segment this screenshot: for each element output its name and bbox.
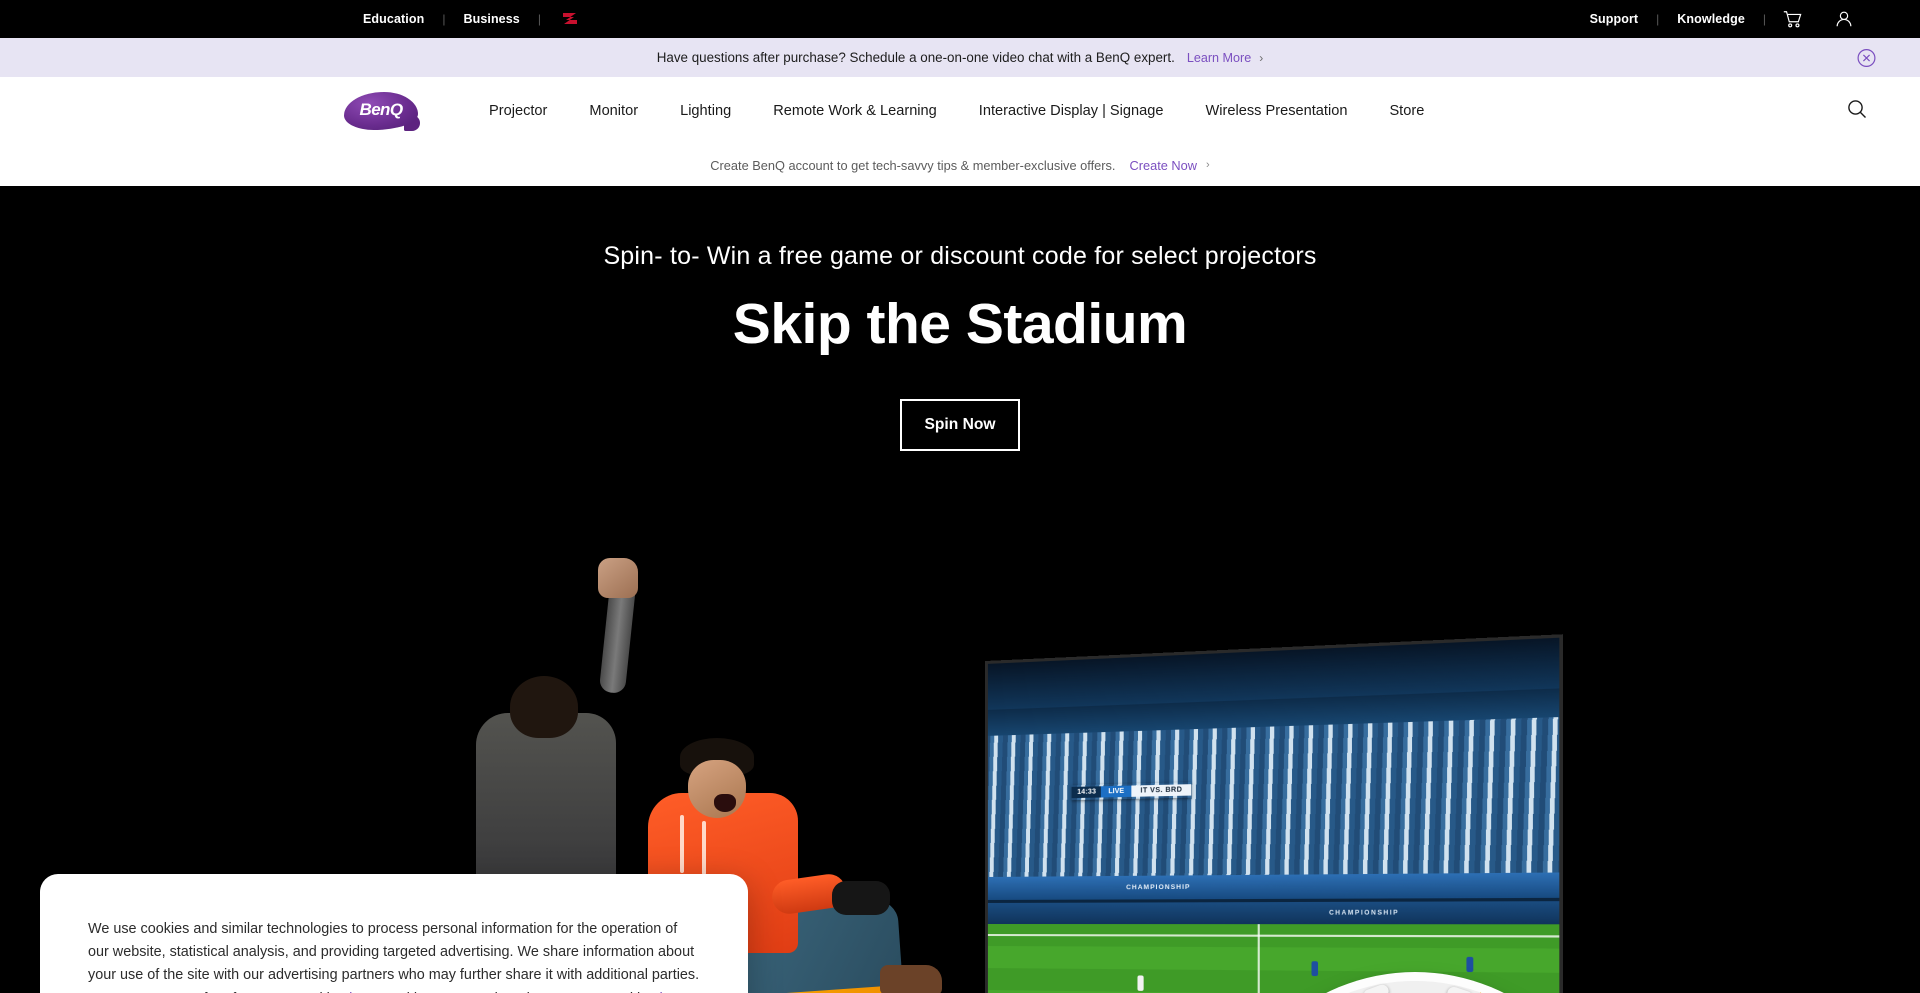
nav-item-remote-work-learning[interactable]: Remote Work & Learning (752, 103, 958, 119)
utility-link-business[interactable]: Business (445, 12, 537, 26)
person-shoe (880, 965, 942, 993)
utility-link-education[interactable]: Education (345, 12, 442, 26)
utility-separator: | (537, 12, 541, 26)
chevron-right-icon: › (1206, 159, 1210, 171)
nav-item-store[interactable]: Store (1368, 103, 1445, 119)
person-face (688, 760, 746, 818)
player (1136, 975, 1144, 992)
logo-text: BenQ (359, 100, 404, 119)
page-title: Skip the Stadium (732, 292, 1188, 356)
wheel-disc[interactable]: 10% off Select Projectors Almost! Free G… (1225, 981, 1605, 993)
wheel-segment-orange (1225, 981, 1605, 993)
spin-now-button[interactable]: Spin Now (900, 399, 1020, 451)
zowie-logo-icon[interactable] (561, 11, 579, 27)
account-promo-message: Create BenQ account to get tech-savvy ti… (710, 157, 1116, 173)
account-icon[interactable] (1818, 9, 1870, 29)
raised-fist (598, 558, 638, 598)
utility-link-knowledge[interactable]: Knowledge (1659, 12, 1763, 26)
utility-bar-right: Support | Knowledge | (1572, 9, 1870, 29)
cart-icon[interactable] (1766, 9, 1818, 29)
banner-text: CHAMPIONSHIP (1126, 883, 1191, 892)
nav-item-projector[interactable]: Projector (468, 103, 568, 119)
broadcast-scoreboard: 14:33 LIVE IT VS. BRD (1072, 782, 1192, 800)
nav-item-wireless-presentation[interactable]: Wireless Presentation (1185, 103, 1369, 119)
scoreboard-live-badge: LIVE (1101, 785, 1132, 798)
promo-notification-bar: Have questions after purchase? Schedule … (0, 38, 1920, 77)
background-person-head (510, 676, 578, 738)
nav-links: Projector Monitor Lighting Remote Work &… (468, 103, 1445, 119)
prize-wheel[interactable]: 10% off Select Projectors Almost! Free G… (1225, 981, 1605, 993)
hero-kicker: Spin- to- Win a free game or discount co… (603, 242, 1317, 270)
utility-bar-left: Education | Business | (345, 11, 579, 27)
benq-logo[interactable]: BenQ (344, 92, 420, 131)
pitch-side-banner-lower: CHAMPIONSHIP (987, 901, 1560, 927)
person-mouth (714, 794, 736, 812)
account-promo-bar: Create BenQ account to get tech-savvy ti… (0, 145, 1920, 186)
scoreboard-time: 14:33 (1072, 786, 1102, 799)
player (1466, 956, 1474, 973)
nav-item-interactive-display-signage[interactable]: Interactive Display | Signage (958, 103, 1185, 119)
promo-learn-more-link[interactable]: Learn More (1187, 51, 1251, 65)
pitch-side-banner: CHAMPIONSHIP (987, 872, 1560, 900)
utility-bar: Education | Business | Support | Knowled… (0, 0, 1920, 38)
pitch-boundary-line (987, 933, 1560, 938)
hoodie-string (680, 815, 684, 873)
hero-section: Spin- to- Win a free game or discount co… (0, 186, 1920, 993)
utility-link-support[interactable]: Support (1572, 12, 1657, 26)
logo-blob-shape: BenQ (344, 92, 418, 130)
person-head (680, 738, 754, 818)
chevron-right-icon: › (1259, 50, 1264, 65)
scoreboard-teams: IT VS. BRD (1131, 784, 1192, 798)
banner-text: CHAMPIONSHIP (1329, 910, 1400, 918)
player (1311, 961, 1319, 977)
search-icon[interactable] (1846, 98, 1868, 125)
game-controller (832, 881, 890, 915)
projector-screen-image: 14:33 LIVE IT VS. BRD CHAMPIONSHIP CHAMP… (985, 634, 1563, 993)
cookie-text-part-1: We use cookies and similar technologies … (88, 921, 700, 993)
cookie-banner-text: We use cookies and similar technologies … (88, 918, 700, 993)
close-icon[interactable] (1857, 48, 1876, 67)
main-navigation: BenQ Projector Monitor Lighting Remote W… (0, 77, 1920, 145)
nav-item-lighting[interactable]: Lighting (659, 103, 752, 119)
create-now-link[interactable]: Create Now (1129, 158, 1197, 173)
background-person-body (476, 713, 616, 888)
cookie-consent-banner: We use cookies and similar technologies … (40, 874, 748, 993)
hoodie-string (702, 821, 706, 875)
nav-item-monitor[interactable]: Monitor (568, 103, 659, 119)
promo-message: Have questions after purchase? Schedule … (656, 50, 1175, 65)
